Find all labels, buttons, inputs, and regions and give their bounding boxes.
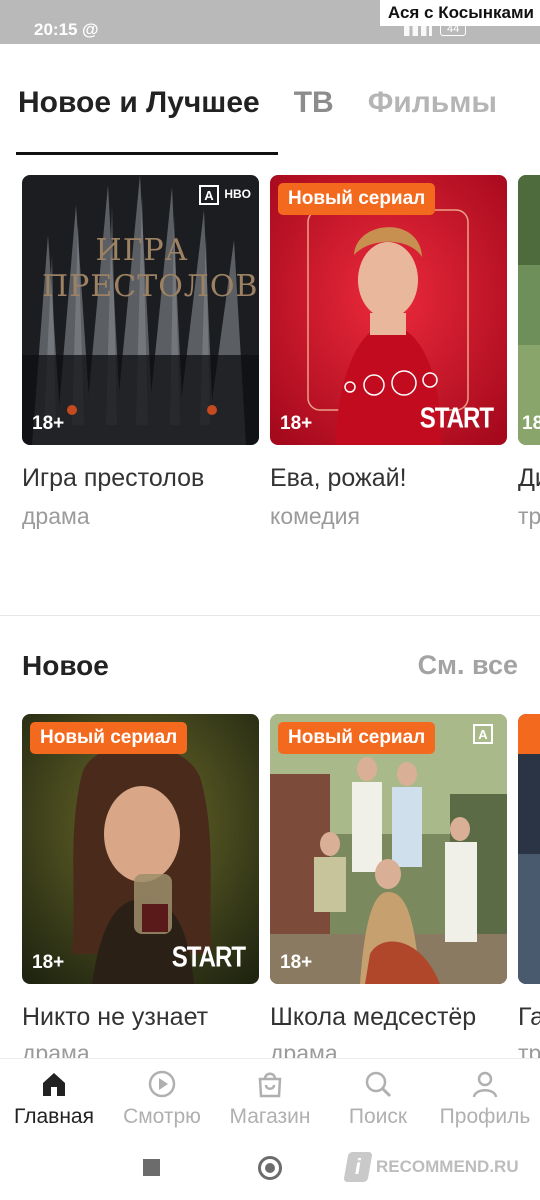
shopping-bag-icon (258, 1072, 282, 1098)
hbo-logo: HBO (224, 187, 251, 201)
recommend-text: RECOMMEND.RU (376, 1157, 519, 1176)
play-circle-icon (148, 1070, 176, 1098)
card-genre: комедия (270, 503, 360, 529)
start-logo: START (419, 402, 494, 435)
poster-title-art: ИГРА ПРЕСТОЛОВ (42, 233, 259, 304)
nav-label: Смотрю (123, 1105, 201, 1128)
card-shkola-medsester[interactable]: Новый сериал A 18+ (270, 714, 507, 984)
age-rating: 18+ (280, 413, 313, 434)
see-all-link[interactable]: См. все (418, 650, 518, 681)
recents-button[interactable] (143, 1159, 160, 1176)
section-divider (0, 615, 540, 616)
start-logo: START (171, 941, 246, 974)
card-partial-3[interactable]: 18 (518, 175, 540, 445)
card-title[interactable]: Школа медсестёр (270, 1003, 476, 1032)
card-title[interactable]: Игра престолов (22, 464, 204, 493)
age-rating: 18 (522, 413, 540, 434)
recommend-logo-icon: i (343, 1152, 373, 1182)
tab-movies[interactable]: Фильмы (368, 86, 497, 120)
nav-watching[interactable]: Смотрю (114, 1069, 210, 1129)
poster-partial-3 (518, 175, 540, 445)
poster-game-of-thrones (22, 175, 259, 445)
recommend-watermark: i RECOMMEND.RU (343, 1150, 519, 1184)
nav-label: Профиль (439, 1105, 531, 1128)
poster-shkola-medsester (270, 714, 507, 984)
card-genre: тр (518, 503, 540, 529)
new-series-badge: Новый сериал (278, 183, 436, 215)
new-series-badge: Новый сериал (278, 722, 436, 754)
card-title[interactable]: Ди (518, 464, 540, 493)
username-watermark: Ася с Косынками (379, 0, 540, 26)
nav-search[interactable]: Поиск (336, 1069, 420, 1129)
active-tab-indicator (16, 152, 278, 155)
nav-label: Главная (14, 1105, 94, 1128)
nav-profile[interactable]: Профиль (432, 1069, 538, 1129)
profile-icon (472, 1071, 498, 1098)
age-rating: 18+ (32, 413, 65, 434)
card-title[interactable]: Никто не узнает (22, 1003, 208, 1032)
new-series-badge: Новый сериал (30, 722, 188, 754)
age-rating: 18+ (280, 952, 313, 973)
category-tabs: Новое и Лучшее ТВ Фильмы (18, 86, 497, 120)
amediateka-logo: A (473, 724, 493, 744)
at-icon: @ (82, 20, 99, 39)
system-navigation-bar: i RECOMMEND.RU (0, 1136, 540, 1200)
tab-new-and-best[interactable]: Новое и Лучшее (18, 86, 260, 120)
nav-label: Магазин (229, 1105, 311, 1128)
age-rating: 18+ (32, 952, 65, 973)
poster-partial-row2 (518, 714, 540, 984)
nav-label: Поиск (348, 1105, 408, 1128)
card-title[interactable]: Ева, рожай! (270, 464, 407, 493)
nav-home[interactable]: Главная (6, 1069, 102, 1129)
amediateka-logo: A (199, 185, 219, 205)
nav-shop[interactable]: Магазин (220, 1069, 320, 1129)
card-eva-rozhay[interactable]: Новый сериал 18+ START (270, 175, 507, 445)
card-genre: драма (270, 1040, 338, 1058)
card-title[interactable]: Га (518, 1003, 540, 1032)
card-genre: драма (22, 1040, 90, 1058)
search-icon (365, 1071, 392, 1098)
section-title: Новое (22, 650, 109, 681)
home-icon (43, 1073, 65, 1096)
card-partial-row2[interactable] (518, 714, 540, 984)
tab-tv[interactable]: ТВ (294, 86, 334, 120)
status-time: 20:15 (34, 20, 78, 39)
card-game-of-thrones[interactable]: ИГРА ПРЕСТОЛОВ A HBO 18+ (22, 175, 259, 445)
card-genre: тр (518, 1040, 540, 1058)
bottom-navigation: Главная Смотрю Магазин Поиск Профиль (0, 1058, 540, 1136)
card-nikto-ne-uznaet[interactable]: Новый сериал 18+ START (22, 714, 259, 984)
home-button[interactable] (258, 1156, 282, 1180)
card-genre: драма (22, 503, 90, 529)
